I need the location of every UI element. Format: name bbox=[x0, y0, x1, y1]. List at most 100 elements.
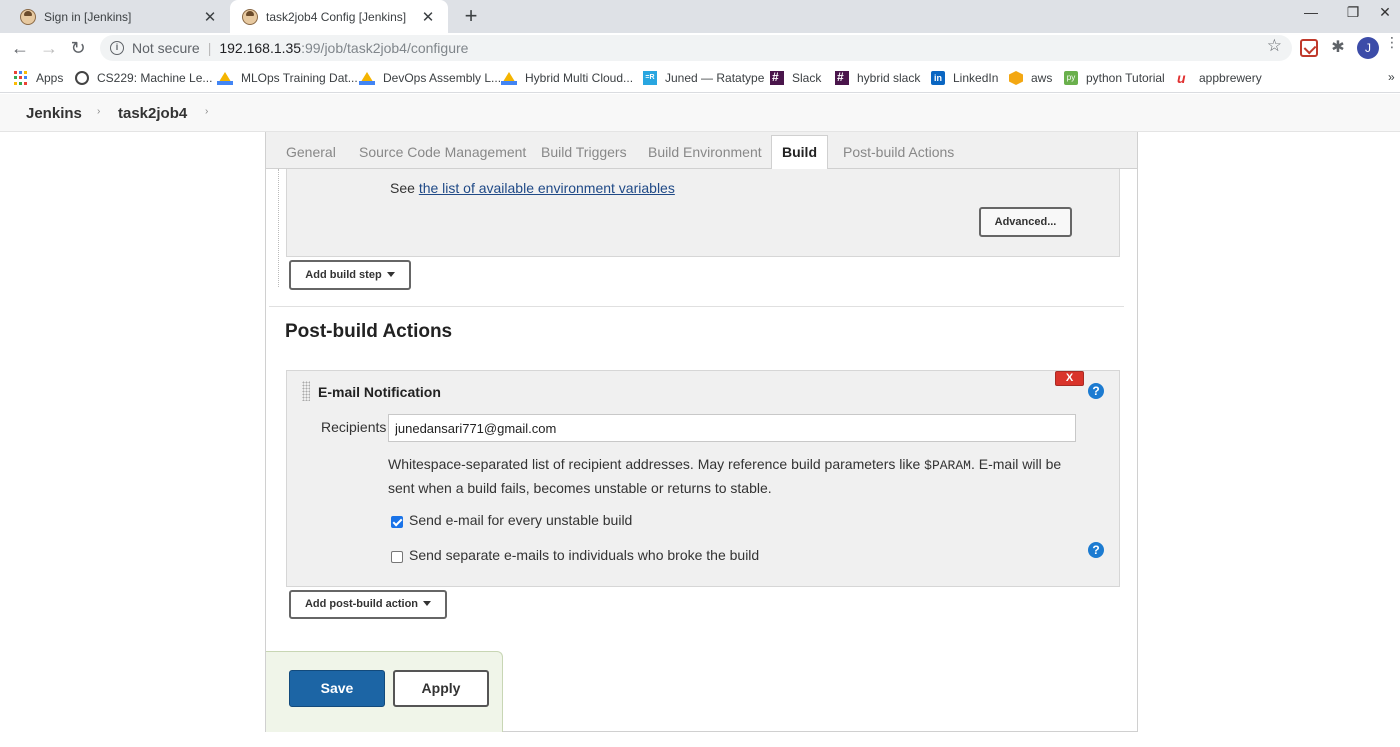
drive-icon bbox=[501, 71, 517, 85]
browser-tab-signin[interactable]: Sign in [Jenkins] ✕ bbox=[8, 0, 230, 33]
add-post-build-action-label: Add post-build action bbox=[304, 598, 419, 610]
profile-avatar[interactable]: J bbox=[1357, 37, 1379, 59]
slack-icon bbox=[835, 70, 849, 85]
url-path: :99/job/task2job4/configure bbox=[301, 40, 469, 56]
breadcrumb-chevron-icon[interactable]: › bbox=[205, 106, 208, 117]
info-icon[interactable]: i bbox=[110, 41, 124, 55]
env-vars-hint: See the list of available environment va… bbox=[390, 180, 675, 196]
bookmark-label: LinkedIn bbox=[953, 71, 999, 85]
bookmark-aws[interactable]: aws bbox=[1009, 70, 1052, 86]
bookmark-star-icon[interactable]: ☆ bbox=[1267, 36, 1282, 56]
jenkins-favicon-icon bbox=[20, 8, 36, 25]
tab-title: task2job4 Config [Jenkins] bbox=[266, 9, 407, 24]
bookmark-mlops[interactable]: MLOps Training Dat... bbox=[217, 70, 358, 86]
tab-build-triggers[interactable]: Build Triggers bbox=[531, 132, 637, 169]
tab-close-icon[interactable]: ✕ bbox=[420, 8, 436, 26]
bookmark-label: aws bbox=[1031, 71, 1053, 85]
recipients-help-text: Whitespace-separated list of recipient a… bbox=[388, 453, 1088, 500]
minimize-icon[interactable]: — bbox=[1296, 4, 1326, 20]
breadcrumb-job[interactable]: task2job4 bbox=[118, 105, 187, 122]
drive-icon bbox=[359, 71, 375, 85]
browser-tabstrip: Sign in [Jenkins] ✕ task2job4 Config [Je… bbox=[0, 0, 1400, 33]
unstable-build-checkbox[interactable] bbox=[391, 516, 403, 528]
drag-handle-icon[interactable] bbox=[302, 381, 310, 401]
save-button[interactable]: Save bbox=[289, 670, 385, 707]
help-text-part: Whitespace-separated list of recipient a… bbox=[388, 456, 925, 472]
jenkins-favicon-icon bbox=[242, 8, 258, 25]
python-icon: py bbox=[1064, 71, 1078, 85]
build-step-panel: See the list of available environment va… bbox=[286, 169, 1120, 257]
address-separator: | bbox=[207, 40, 212, 56]
browser-tab-config[interactable]: task2job4 Config [Jenkins] ✕ bbox=[230, 0, 448, 33]
linkedin-icon: in bbox=[931, 71, 945, 85]
recipients-label: Recipients bbox=[321, 419, 387, 435]
tab-source-code-management[interactable]: Source Code Management bbox=[349, 132, 536, 169]
bookmark-cs229[interactable]: CS229: Machine Le... bbox=[75, 70, 212, 86]
tab-post-build-actions[interactable]: Post-build Actions bbox=[833, 132, 964, 169]
email-notification-panel: E-mail Notification X ? Recipients White… bbox=[286, 370, 1120, 587]
add-build-step-button[interactable]: Add build step bbox=[289, 260, 411, 290]
bookmark-label: hybrid slack bbox=[857, 71, 921, 85]
individual-emails-option[interactable]: Send separate e-mails to individuals who… bbox=[391, 547, 759, 563]
bookmark-label: python Tutorial bbox=[1086, 71, 1165, 85]
bookmark-python-tutorial[interactable]: py python Tutorial bbox=[1064, 70, 1165, 86]
delete-action-button[interactable]: X bbox=[1055, 371, 1084, 386]
form-action-bar: Save Apply bbox=[266, 651, 503, 732]
appbrewery-icon: u bbox=[1177, 70, 1186, 86]
apply-button[interactable]: Apply bbox=[393, 670, 489, 707]
help-icon[interactable]: ? bbox=[1088, 542, 1104, 558]
bookmark-devops[interactable]: DevOps Assembly L... bbox=[359, 70, 501, 86]
advanced-button[interactable]: Advanced... bbox=[979, 207, 1072, 237]
bookmark-label: Hybrid Multi Cloud... bbox=[525, 71, 634, 85]
bookmark-hybrid-slack[interactable]: hybrid slack bbox=[835, 70, 920, 86]
extensions-puzzle-icon[interactable]: ✱ bbox=[1329, 39, 1347, 57]
tab-title: Sign in [Jenkins] bbox=[44, 9, 132, 24]
breadcrumb-chevron-icon[interactable]: › bbox=[97, 106, 100, 117]
dropdown-caret-icon bbox=[423, 601, 432, 606]
security-indicator[interactable]: Not secure bbox=[132, 40, 200, 56]
section-divider bbox=[269, 306, 1124, 307]
bookmark-ratatype[interactable]: =R Juned — Ratatype bbox=[643, 70, 764, 86]
unstable-build-option[interactable]: Send e-mail for every unstable build bbox=[391, 512, 632, 528]
tab-close-icon[interactable]: ✕ bbox=[202, 8, 218, 26]
unstable-build-label[interactable]: Send e-mail for every unstable build bbox=[409, 512, 632, 528]
tab-build[interactable]: Build bbox=[771, 135, 828, 173]
recipients-input[interactable] bbox=[388, 414, 1076, 442]
tab-general[interactable]: General bbox=[276, 132, 346, 169]
address-bar[interactable]: i Not secure | 192.168.1.35 :99/job/task… bbox=[100, 35, 1292, 61]
bookmark-linkedin[interactable]: in LinkedIn bbox=[931, 70, 998, 86]
individual-emails-checkbox[interactable] bbox=[391, 551, 403, 563]
bookmark-label: Juned — Ratatype bbox=[665, 71, 765, 85]
new-tab-button[interactable]: + bbox=[458, 3, 484, 29]
apps-icon bbox=[14, 71, 28, 85]
job-config-form: General Source Code Management Build Tri… bbox=[265, 132, 1138, 732]
bookmark-label: appbrewery bbox=[1199, 71, 1262, 85]
bookmark-label: DevOps Assembly L... bbox=[383, 71, 502, 85]
bookmark-hybrid-multi-cloud[interactable]: Hybrid Multi Cloud... bbox=[501, 70, 633, 86]
reload-icon[interactable]: ↻ bbox=[66, 36, 90, 60]
tab-build-environment[interactable]: Build Environment bbox=[638, 132, 772, 169]
browser-menu-icon[interactable]: ⋮ bbox=[1385, 35, 1399, 49]
bookmarks-bar: Apps CS229: Machine Le... MLOps Training… bbox=[0, 63, 1400, 93]
forward-arrow-icon[interactable]: → bbox=[37, 36, 61, 60]
bookmark-apps[interactable]: Apps bbox=[14, 70, 63, 86]
build-step-drag-handle[interactable] bbox=[278, 169, 284, 287]
individual-emails-label[interactable]: Send separate e-mails to individuals who… bbox=[409, 547, 759, 563]
bookmarks-overflow-icon[interactable]: » bbox=[1388, 70, 1395, 84]
bookmark-appbrewery[interactable]: u appbrewery bbox=[1177, 70, 1262, 86]
param-code: $PARAM bbox=[924, 458, 971, 473]
bookmark-label: Slack bbox=[792, 71, 822, 85]
maximize-icon[interactable]: ❐ bbox=[1338, 4, 1368, 21]
see-prefix: See bbox=[390, 180, 419, 196]
slack-icon bbox=[770, 70, 784, 85]
bookmark-slack[interactable]: Slack bbox=[770, 70, 821, 86]
add-build-step-label: Add build step bbox=[305, 269, 382, 281]
window-close-icon[interactable]: ✕ bbox=[1370, 4, 1400, 21]
breadcrumb-jenkins[interactable]: Jenkins bbox=[26, 105, 82, 122]
help-icon[interactable]: ? bbox=[1088, 383, 1104, 399]
add-post-build-action-button[interactable]: Add post-build action bbox=[289, 590, 447, 619]
aws-icon bbox=[1009, 71, 1023, 85]
pocket-extension-icon[interactable] bbox=[1300, 39, 1318, 57]
env-vars-link[interactable]: the list of available environment variab… bbox=[419, 180, 675, 196]
back-arrow-icon[interactable]: ← bbox=[8, 36, 32, 60]
